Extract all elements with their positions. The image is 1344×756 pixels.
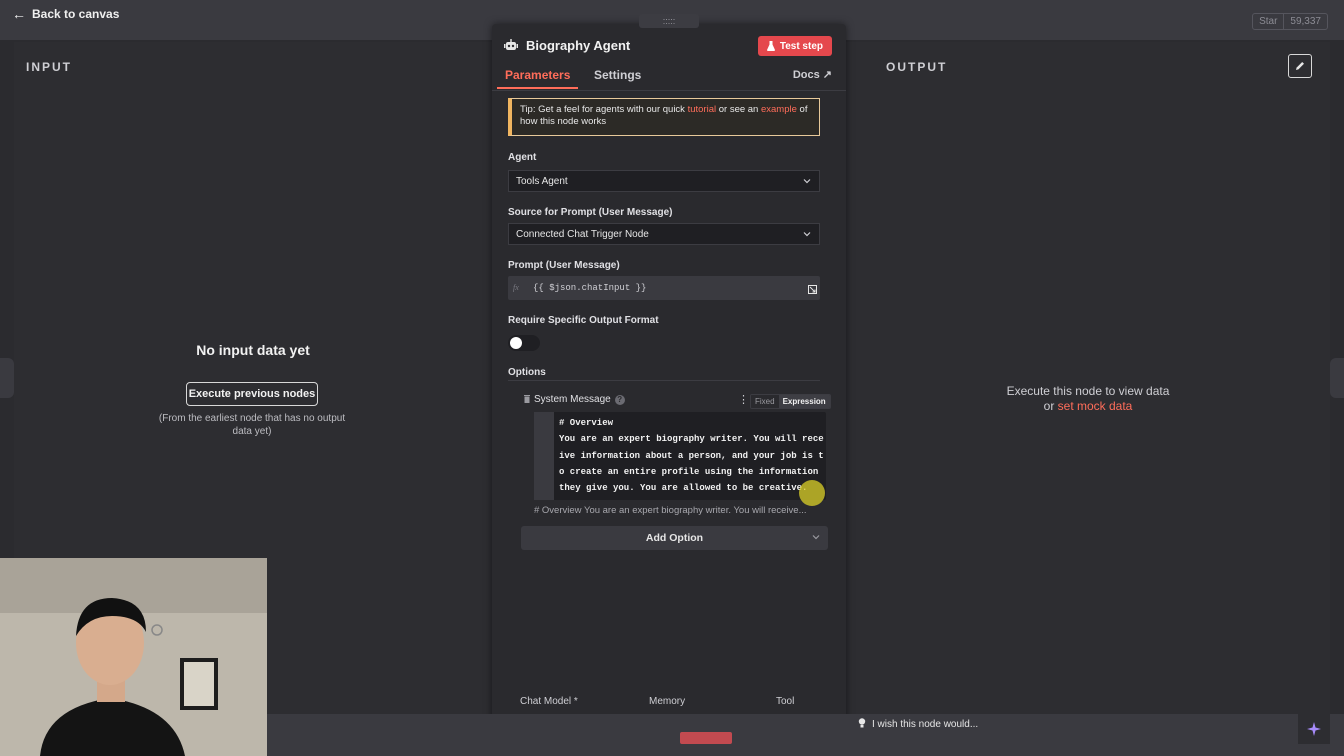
ai-assistant-button[interactable] <box>1298 714 1330 744</box>
toggle-knob <box>510 337 522 349</box>
output-format-label: Require Specific Output Format <box>508 315 659 326</box>
docs-link[interactable]: Docs ↗ <box>793 68 832 81</box>
mouse-cursor-highlight <box>799 480 825 506</box>
more-options-icon[interactable]: ⋮ <box>738 393 749 406</box>
test-step-label: Test step <box>779 40 823 52</box>
feedback-text: I wish this node would... <box>872 719 979 730</box>
source-select[interactable]: Connected Chat Trigger Node <box>508 223 820 245</box>
editor-gutter <box>534 412 554 500</box>
prompt-input[interactable]: fx {{ $json.chatInput }} <box>508 276 820 300</box>
mode-fixed[interactable]: Fixed <box>751 395 779 408</box>
edit-output-button[interactable] <box>1288 54 1312 78</box>
chevron-down-icon <box>803 232 811 237</box>
tip-prefix: Tip: Get a feel for agents with our quic… <box>520 104 688 115</box>
back-to-canvas-link[interactable]: ← Back to canvas <box>12 6 119 22</box>
node-tabs: Parameters Settings Docs ↗ <box>492 66 846 91</box>
add-option-label: Add Option <box>645 532 704 544</box>
agent-select[interactable]: Tools Agent <box>508 170 820 192</box>
trash-icon[interactable] <box>524 395 530 403</box>
source-label: Source for Prompt (User Message) <box>508 207 673 218</box>
mode-switch: Fixed Expression <box>750 394 831 409</box>
system-message-header: System Message? ⋮ Fixed Expression <box>524 392 831 410</box>
external-link-icon: ↗ <box>822 69 832 81</box>
chat-model-label: Chat Model * <box>520 696 578 707</box>
help-icon[interactable]: ? <box>614 395 625 405</box>
example-link[interactable]: example <box>761 104 797 115</box>
tutorial-link[interactable]: tutorial <box>688 104 717 115</box>
set-mock-data-link[interactable]: set mock data <box>1058 399 1133 413</box>
output-mock-line: or set mock data <box>846 399 1330 414</box>
right-side-handle[interactable] <box>1330 358 1344 398</box>
feedback-link[interactable]: I wish this node would... <box>858 718 978 731</box>
system-message-code: # Overview You are an expert biography w… <box>559 418 824 494</box>
robot-icon <box>504 38 518 56</box>
tip-middle: or see an <box>716 104 761 115</box>
prompt-value: {{ $json.chatInput }} <box>533 283 647 293</box>
docs-label: Docs <box>792 69 820 81</box>
tool-label: Tool <box>776 696 795 707</box>
options-label: Options <box>508 367 546 378</box>
tip-callout: Tip: Get a feel for agents with our quic… <box>508 98 820 136</box>
agent-label: Agent <box>508 152 537 163</box>
output-panel: OUTPUT Execute this node to view data or… <box>846 42 1330 714</box>
system-message-preview: # Overview You are an expert biography w… <box>534 505 807 516</box>
node-settings-panel: ::::: Biography Agent Test step Paramete… <box>492 14 846 756</box>
output-title: OUTPUT <box>886 60 948 74</box>
output-or-text: or <box>1043 399 1055 413</box>
input-title: INPUT <box>26 60 72 74</box>
lightbulb-icon <box>858 718 866 731</box>
system-message-editor[interactable]: # Overview You are an expert biography w… <box>534 412 826 500</box>
back-label: Back to canvas <box>32 7 120 21</box>
memory-label: Memory <box>649 696 686 707</box>
chevron-down-icon <box>812 535 820 540</box>
github-star-button[interactable]: Star 59,337 <box>1252 13 1328 30</box>
left-side-handle[interactable] <box>0 358 14 398</box>
mode-expression[interactable]: Expression <box>778 395 830 408</box>
source-value: Connected Chat Trigger Node <box>516 228 649 240</box>
agent-value: Tools Agent <box>516 175 568 187</box>
prompt-label: Prompt (User Message) <box>508 260 620 271</box>
canvas-node-strip <box>680 732 732 744</box>
add-option-button[interactable]: Add Option <box>521 526 828 550</box>
pencil-icon <box>1296 62 1304 70</box>
flask-icon <box>766 41 775 51</box>
output-empty-text: Execute this node to view data <box>1006 384 1170 398</box>
output-message: Execute this node to view data or set mo… <box>846 384 1330 414</box>
node-title: Biography Agent <box>526 38 631 53</box>
chevron-down-icon <box>803 179 811 184</box>
no-input-heading: No input data yet <box>196 342 310 358</box>
tab-parameters[interactable]: Parameters <box>496 68 579 89</box>
test-step-button[interactable]: Test step <box>757 36 832 56</box>
tab-settings[interactable]: Settings <box>594 68 641 82</box>
expand-icon[interactable] <box>808 285 817 294</box>
fx-icon: fx <box>513 283 519 292</box>
drag-handle[interactable]: ::::: <box>639 14 699 28</box>
github-star-label: Star <box>1259 16 1278 27</box>
webcam-overlay <box>0 558 267 756</box>
execute-previous-nodes-button[interactable]: Execute previous nodes <box>186 382 318 406</box>
sparkle-icon <box>1307 722 1321 736</box>
options-divider <box>508 380 820 381</box>
execute-hint: (From the earliest node that has no outp… <box>158 413 346 437</box>
webcam-image <box>0 558 267 756</box>
github-star-count: 59,337 <box>1283 14 1327 29</box>
system-message-label: System Message? <box>534 394 625 405</box>
arrow-left-icon: ← <box>12 6 26 22</box>
output-format-toggle[interactable] <box>508 335 540 351</box>
